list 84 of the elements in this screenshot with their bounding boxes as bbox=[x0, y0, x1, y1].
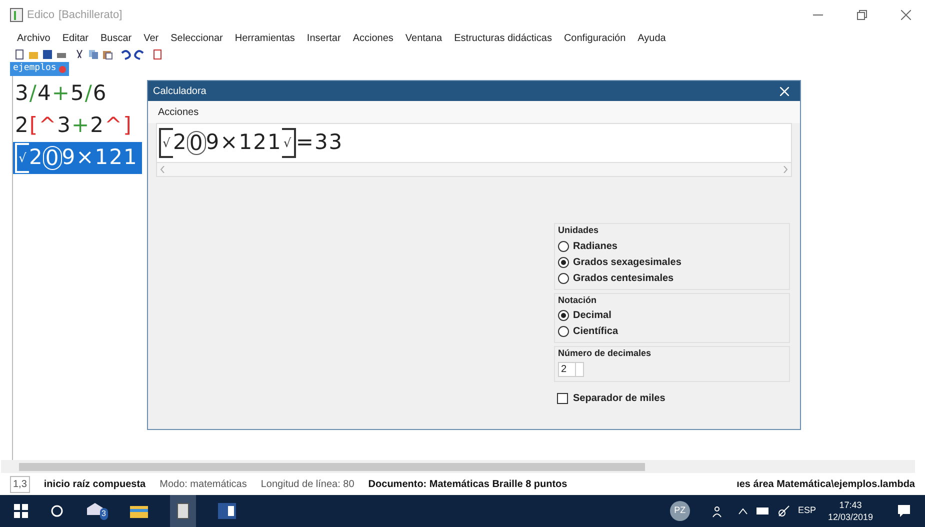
window-subtitle: [Bachillerato] bbox=[58, 8, 122, 23]
cursor-digit: 0 bbox=[187, 131, 206, 155]
menu-item[interactable]: Ayuda bbox=[638, 31, 666, 46]
menu-item[interactable]: Acciones bbox=[158, 104, 199, 120]
copy-icon[interactable] bbox=[88, 49, 99, 60]
cursor-digit: 0 bbox=[43, 146, 62, 170]
status-text: Documento: Matemáticas Braille 8 puntos bbox=[368, 478, 568, 492]
search-icon[interactable] bbox=[50, 504, 64, 518]
notification-icon[interactable] bbox=[897, 504, 911, 518]
dialog-title: Calculadora bbox=[153, 84, 206, 98]
group-title: Número de decimales bbox=[558, 347, 652, 360]
status-text: Modo: matemáticas bbox=[160, 478, 247, 492]
math-symbol: 9 bbox=[206, 129, 220, 156]
math-symbol: × bbox=[220, 129, 239, 156]
app-icon[interactable] bbox=[170, 495, 196, 527]
math-symbol: 9 bbox=[62, 144, 76, 172]
menu-item[interactable]: Acciones bbox=[352, 31, 394, 46]
document-icon[interactable] bbox=[152, 49, 163, 60]
root-symbol: √ bbox=[15, 143, 29, 173]
math-symbol: × bbox=[76, 144, 95, 172]
radio-option[interactable]: Grados centesimales bbox=[558, 270, 786, 286]
undo-icon[interactable] bbox=[120, 49, 131, 60]
menu-item[interactable]: Ver bbox=[144, 31, 159, 46]
root-symbol: √ bbox=[282, 128, 296, 158]
cut-icon[interactable] bbox=[74, 49, 85, 60]
clock-time[interactable]: 17:43 bbox=[839, 499, 862, 511]
radio-option[interactable]: Radianes bbox=[558, 238, 786, 254]
math-symbol: 33 bbox=[314, 129, 344, 156]
menu-item[interactable]: Buscar bbox=[100, 31, 132, 46]
status-text: Longitud de línea: 80 bbox=[260, 478, 354, 492]
math-symbol: 2 bbox=[29, 144, 44, 172]
math-symbol: + bbox=[72, 112, 90, 140]
chevron-up-icon[interactable] bbox=[738, 507, 748, 515]
clock-date[interactable]: 12/03/2019 bbox=[828, 511, 873, 523]
math-symbol: 6 bbox=[92, 80, 108, 108]
radio-option[interactable]: Decimal bbox=[558, 308, 786, 323]
radio-option[interactable]: Científica bbox=[558, 324, 786, 339]
new-file-icon[interactable] bbox=[14, 49, 25, 60]
expression-field[interactable]: √2 0 9×121√ =33 bbox=[156, 123, 792, 163]
math-symbol: = bbox=[296, 129, 314, 156]
language-indicator[interactable]: ESP bbox=[798, 504, 816, 518]
math-symbol: / bbox=[29, 80, 38, 108]
word-icon[interactable] bbox=[218, 503, 236, 519]
menu-item[interactable]: Editar bbox=[62, 31, 88, 46]
menu-item[interactable]: Archivo bbox=[17, 31, 50, 46]
math-symbol: 2 bbox=[90, 112, 105, 140]
math-symbol: 2 bbox=[173, 129, 188, 156]
math-symbol: + bbox=[52, 80, 70, 108]
math-symbol: / bbox=[84, 80, 93, 108]
checkbox-option[interactable]: Separador de miles bbox=[554, 390, 790, 406]
math-symbol: [^ bbox=[29, 112, 58, 140]
math-symbol: 3 bbox=[57, 112, 72, 140]
app-icon bbox=[10, 8, 23, 22]
math-symbol: 2 bbox=[15, 112, 30, 140]
menu-item[interactable]: Seleccionar bbox=[170, 31, 223, 46]
status-text: inicio raíz compuesta bbox=[44, 478, 146, 492]
menu-item[interactable]: Herramientas bbox=[234, 31, 295, 46]
math-symbol: ^] bbox=[104, 112, 132, 140]
maximize-icon[interactable] bbox=[857, 10, 867, 20]
status-text: 1,3 bbox=[10, 476, 30, 492]
radio-option[interactable]: Grados sexagesimales bbox=[558, 254, 786, 270]
paste-icon[interactable] bbox=[102, 49, 113, 60]
math-symbol: 5 bbox=[70, 80, 85, 108]
decimals-spinner[interactable]: 2 bbox=[558, 362, 584, 376]
battery-icon[interactable] bbox=[756, 507, 770, 515]
status-text: ıes área Matemática\ejemplos.lambda bbox=[736, 478, 915, 492]
menu-item[interactable]: Ventana bbox=[405, 31, 442, 46]
math-symbol: 4 bbox=[37, 80, 52, 108]
root-symbol: √ bbox=[159, 128, 173, 158]
redo-icon[interactable] bbox=[134, 49, 145, 60]
window-title: Edico bbox=[27, 8, 55, 23]
group-title: Notación bbox=[558, 294, 598, 306]
group-title: Unidades bbox=[558, 224, 600, 237]
folder-icon[interactable] bbox=[130, 504, 148, 518]
save-icon[interactable] bbox=[42, 49, 53, 60]
menu-item[interactable]: Insertar bbox=[306, 31, 341, 46]
menu-item[interactable]: Configuración bbox=[564, 31, 626, 46]
math-symbol: 121 bbox=[94, 144, 138, 172]
math-symbol: 121 bbox=[238, 129, 282, 156]
close-icon[interactable] bbox=[901, 10, 911, 20]
windows-start-icon[interactable] bbox=[14, 504, 28, 518]
menu-item[interactable]: Estructuras didácticas bbox=[454, 31, 552, 46]
horizontal-scrollbar[interactable] bbox=[1, 460, 915, 473]
math-symbol: 3 bbox=[15, 80, 30, 108]
